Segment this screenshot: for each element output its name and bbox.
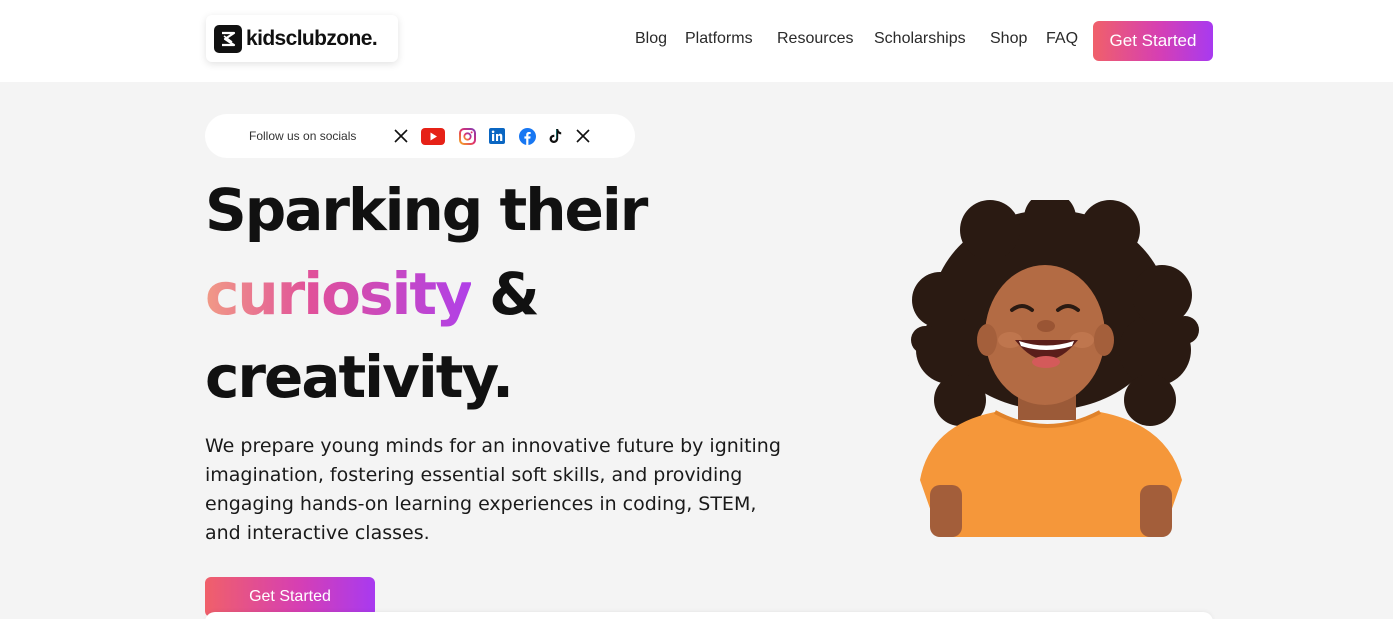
logo-mark-icon xyxy=(214,24,242,53)
nav-shop[interactable]: Shop xyxy=(990,30,1027,48)
hero-highlight-word: curiosity xyxy=(205,260,473,328)
header-get-started-button[interactable]: Get Started xyxy=(1093,21,1213,61)
socials-label: Follow us on socials xyxy=(249,129,357,143)
nav-scholarships[interactable]: Scholarships xyxy=(874,30,966,48)
instagram-icon[interactable] xyxy=(457,126,477,146)
hero-ampersand: & xyxy=(470,260,540,328)
hero-get-started-button[interactable]: Get Started xyxy=(205,577,375,617)
nav-platforms[interactable]: Platforms xyxy=(685,30,753,48)
linkedin-icon[interactable] xyxy=(487,126,507,146)
hero-description: We prepare young minds for an innovative… xyxy=(205,435,781,544)
hero-headline-line2: curiosity & xyxy=(205,260,540,328)
content-card-edge xyxy=(205,612,1213,619)
logo-text: kidsclubzone. xyxy=(246,26,378,50)
tiktok-icon[interactable] xyxy=(545,126,565,146)
hero-headline-line3: creativity. xyxy=(205,343,514,411)
site-logo[interactable]: kidsclubzone. xyxy=(206,15,398,62)
site-header: kidsclubzone. Blog Platforms Resources S… xyxy=(0,0,1393,82)
x-icon[interactable] xyxy=(573,126,593,146)
nav-blog[interactable]: Blog xyxy=(635,30,667,48)
nav-resources[interactable]: Resources xyxy=(777,30,853,48)
hero-child-photo xyxy=(900,192,1200,537)
facebook-icon[interactable] xyxy=(517,126,537,146)
socials-bar: Follow us on socials xyxy=(205,114,635,158)
nav-faq[interactable]: FAQ xyxy=(1046,30,1078,48)
hero-headline-line1: Sparking their xyxy=(205,176,648,244)
youtube-icon[interactable] xyxy=(421,126,445,146)
x-icon[interactable] xyxy=(391,126,411,146)
